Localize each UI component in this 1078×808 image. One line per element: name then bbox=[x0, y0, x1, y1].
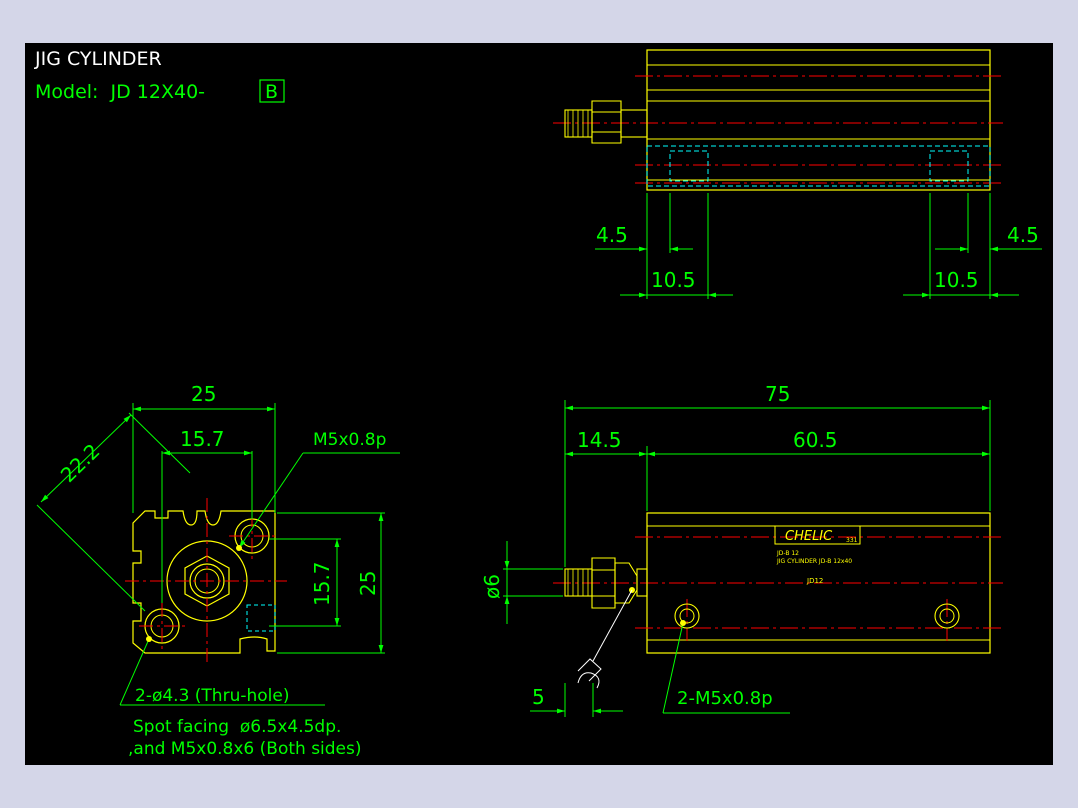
end-view-profile bbox=[132, 510, 276, 654]
dim-end-width: 25 bbox=[191, 382, 216, 406]
label-model: JD12 bbox=[806, 577, 823, 585]
end-hole-note-2: Spot facing ø6.5x4.5dp. bbox=[133, 717, 341, 737]
model-label: Model: JD 12X40- bbox=[35, 81, 205, 103]
drawing-title: JIG CYLINDER bbox=[34, 48, 162, 70]
end-hole-note-1: 2-ø4.3 (Thru-hole) bbox=[135, 686, 289, 706]
dim-top-left-offset: 4.5 bbox=[596, 223, 628, 247]
brand-name: CHELIC bbox=[785, 529, 833, 544]
end-view: 25 15.7 22.2 25 15.7 M5x0.8p 2-ø4.3 (Thr… bbox=[36, 382, 400, 759]
dim-top-left-width: 10.5 bbox=[651, 268, 696, 292]
top-view-body bbox=[646, 49, 991, 191]
dim-top-right-width: 10.5 bbox=[934, 268, 979, 292]
top-view: 4.5 10.5 4.5 10.5 bbox=[553, 49, 1042, 299]
dim-front-wrench: 5 bbox=[532, 685, 545, 709]
dim-end-hole-pitch: 15.7 bbox=[180, 427, 225, 451]
dim-front-total: 75 bbox=[765, 382, 790, 406]
front-view: CHELIC 331 JD-B 12 JIG CYLINDER JD-B 12x… bbox=[480, 382, 1003, 717]
front-port-callout: 2-M5x0.8p bbox=[677, 688, 773, 709]
top-rod bbox=[564, 100, 648, 144]
dim-front-body: 60.5 bbox=[793, 428, 838, 452]
label-line-1: JD-B 12 bbox=[776, 550, 799, 557]
cad-drawing-canvas: JIG CYLINDER Model: JD 12X40- B 4.5 10.5… bbox=[25, 43, 1053, 765]
dim-end-diagonal: 22.2 bbox=[56, 439, 105, 487]
dim-top-right-offset: 4.5 bbox=[1007, 223, 1039, 247]
dim-front-rod-diameter: ø6 bbox=[480, 574, 504, 599]
end-hole-note-3: ,and M5x0.8x6 (Both sides) bbox=[128, 739, 362, 759]
dim-end-hole-pitch-vertical: 15.7 bbox=[310, 561, 334, 606]
cad-drawing: JIG CYLINDER Model: JD 12X40- B 4.5 10.5… bbox=[34, 48, 1042, 759]
end-thread-callout: M5x0.8p bbox=[313, 430, 386, 450]
model-suffix: B bbox=[265, 81, 278, 103]
label-line-2: JIG CYLINDER JD-B 12x40 bbox=[776, 558, 852, 565]
brand-code: 331 bbox=[846, 537, 858, 544]
dim-front-rod: 14.5 bbox=[577, 428, 622, 452]
dim-end-height: 25 bbox=[356, 571, 380, 596]
